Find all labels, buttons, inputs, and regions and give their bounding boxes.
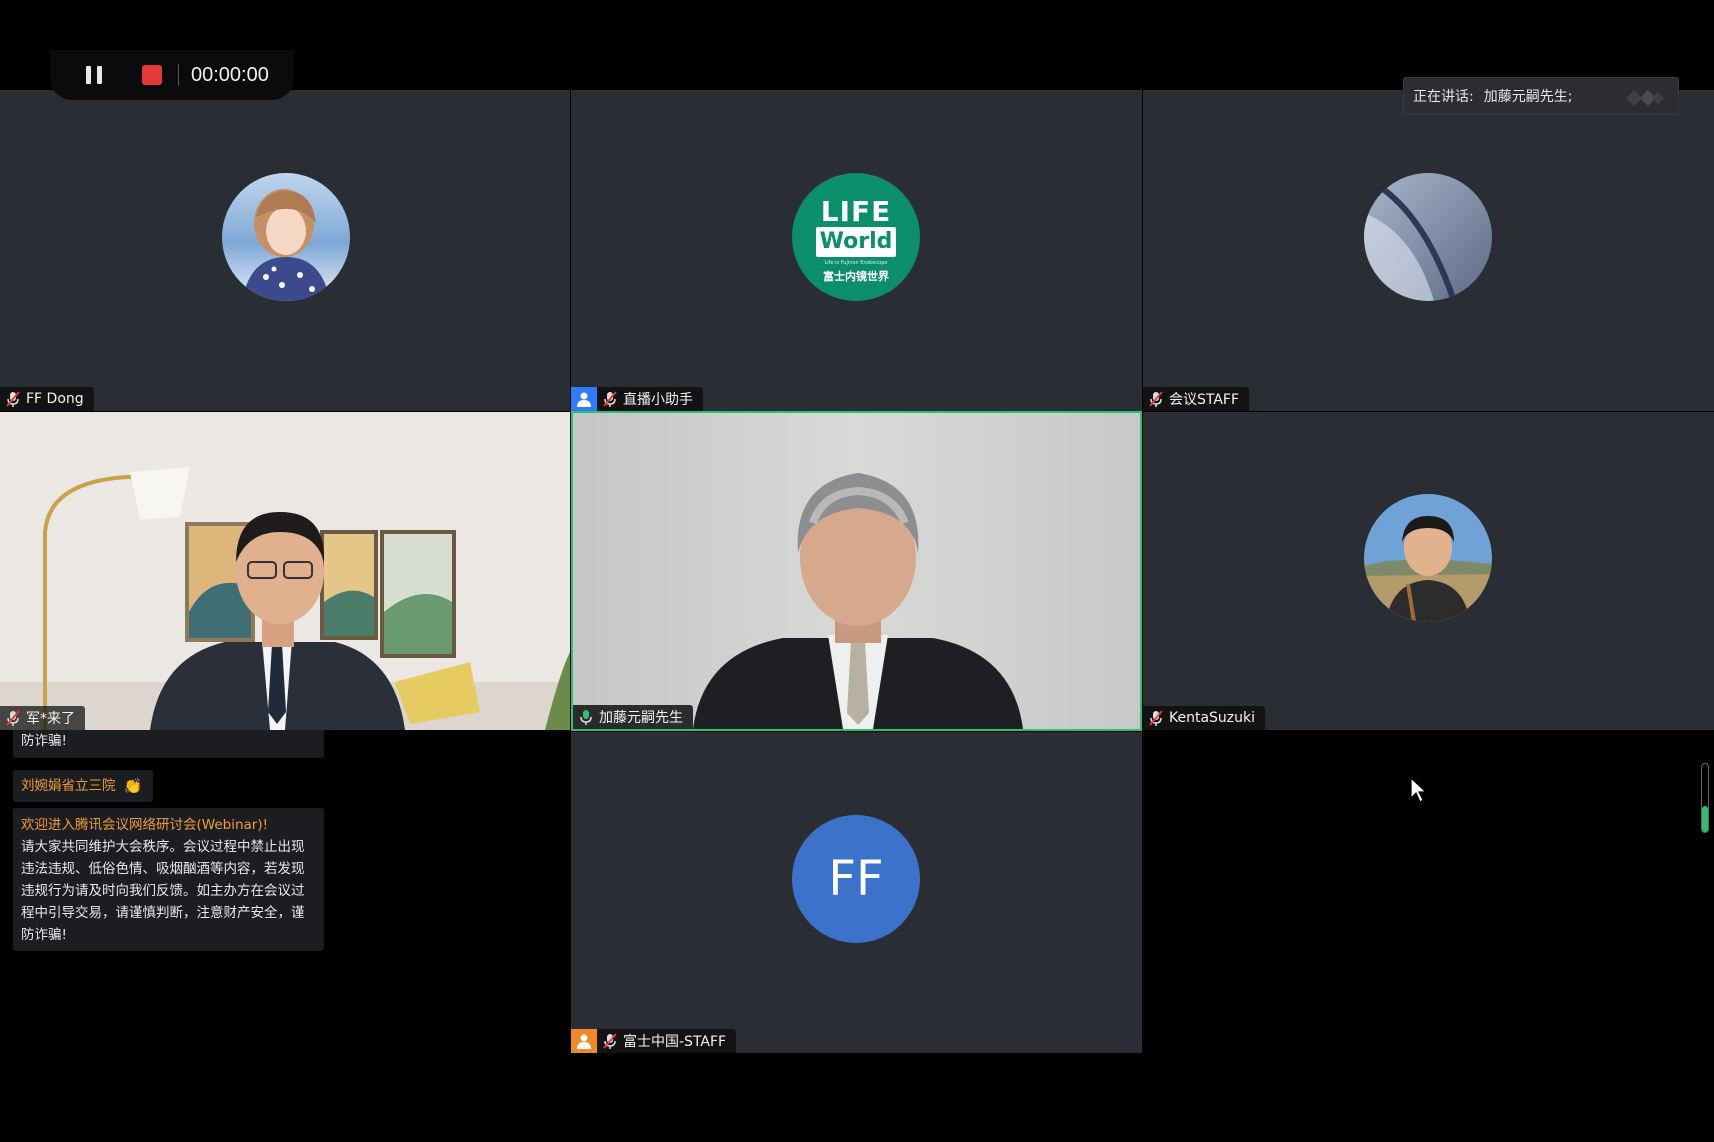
mic-muted-icon [1149,391,1163,407]
participant-name-tag: 富士中国-STAFF [571,1029,737,1053]
avatar-initials: FF [792,815,920,943]
participant-name-tag: 会议STAFF [1143,387,1250,411]
logo-subtitle-en: Life is Fujinon Endoscope [824,260,888,266]
mic-muted-icon [6,710,20,726]
logo-line1: LIFE [820,195,892,228]
pause-recording-button[interactable] [82,63,106,87]
mic-muted-icon [603,391,617,407]
participant-name: KentaSuzuki [1169,710,1256,726]
host-badge [571,387,597,411]
logo-line2: World [816,227,896,257]
camera-feed [573,413,1140,729]
speaking-indicator: 正在讲话: 加藤元嗣先生; [1403,77,1679,115]
welcome-line: 违法违规、低俗色情、吸烟酗酒等内容，若发现 [21,861,305,877]
mic-muted-icon [603,1033,617,1049]
mouse-cursor-icon [1410,777,1428,803]
audio-wave-icon [1626,90,1664,106]
stop-recording-button[interactable] [142,65,162,85]
welcome-line: 防诈骗! [21,927,67,943]
user-icon [577,1034,591,1049]
participant-name-tag: 直播小助手 [571,387,703,411]
video-tile-ff-dong[interactable]: FF Dong [0,90,570,411]
video-tile-kenta-suzuki[interactable]: KentaSuzuki [1143,412,1714,730]
welcome-line: 请大家共同维护大会秩序。会议过程中禁止出现 [21,839,305,855]
audio-level-fill [1702,806,1708,832]
participant-name: 直播小助手 [623,392,693,408]
chat-message-clap: 刘婉娟省立三院 👏 [13,770,153,802]
welcome-line: 违规行为请及时向我们反馈。如主办方在会议过 [21,883,305,899]
recording-toolbar: 00:00:00 [50,50,294,100]
participant-name: 会议STAFF [1169,392,1240,408]
welcome-line: 程中引导交易，请谨慎判断，注意财产安全，谨 [21,905,305,921]
profile-photo [1364,173,1492,301]
avatar [222,173,350,301]
video-tile-live-assistant[interactable]: LIFE World Life is Fujinon Endoscope 富士内… [571,90,1142,411]
participant-name: 加藤元嗣先生 [599,710,683,726]
chat-sender: 刘婉娟省立三院 [21,778,116,794]
mic-muted-icon [6,391,20,407]
profile-photo [1364,494,1492,622]
speaking-label: 正在讲话: [1413,89,1474,105]
cohost-badge [571,1029,597,1053]
avatar [1364,173,1492,301]
video-tile-jun[interactable]: 军*来了 [0,412,570,730]
clap-emoji-icon: 👏 [123,777,143,795]
user-icon [577,392,591,407]
participant-name: 军*来了 [26,711,75,727]
camera-feed [0,412,570,730]
participant-name-tag: FF Dong [0,387,94,411]
pause-icon [86,66,91,84]
mic-muted-icon [1149,710,1163,726]
profile-photo [222,173,350,301]
welcome-title: 欢迎进入腾讯会议网络研讨会(Webinar)! [21,817,269,833]
divider [178,64,179,86]
avatar [1364,494,1492,622]
avatar-text: FF [828,851,884,907]
logo-subtitle-cn: 富士内镜世界 [823,270,889,283]
mic-active-icon [580,710,592,725]
chat-message-prev: 防诈骗! [13,730,324,758]
participant-name-tag: KentaSuzuki [1143,706,1266,730]
participant-name: FF Dong [26,391,84,407]
recording-timer: 00:00:00 [191,63,269,86]
participant-name-tag: 加藤元嗣先生 [573,705,693,729]
video-tile-fuji-china-staff[interactable]: FF 富士中国-STAFF [571,732,1142,1053]
chat-welcome-message: 欢迎进入腾讯会议网络研讨会(Webinar)! 请大家共同维护大会秩序。会议过程… [13,808,324,951]
speaking-name: 加藤元嗣先生; [1483,89,1573,105]
participant-name-tag: 军*来了 [0,706,85,730]
video-tile-kato-speaking[interactable]: 加藤元嗣先生 [571,411,1142,731]
audio-level-bar [1701,763,1709,833]
lifeworld-logo: LIFE World Life is Fujinon Endoscope 富士内… [792,173,920,301]
participant-name: 富士中国-STAFF [623,1034,727,1050]
video-tile-meeting-staff[interactable]: 会议STAFF [1143,90,1714,411]
chat-text: 防诈骗! [21,733,67,749]
